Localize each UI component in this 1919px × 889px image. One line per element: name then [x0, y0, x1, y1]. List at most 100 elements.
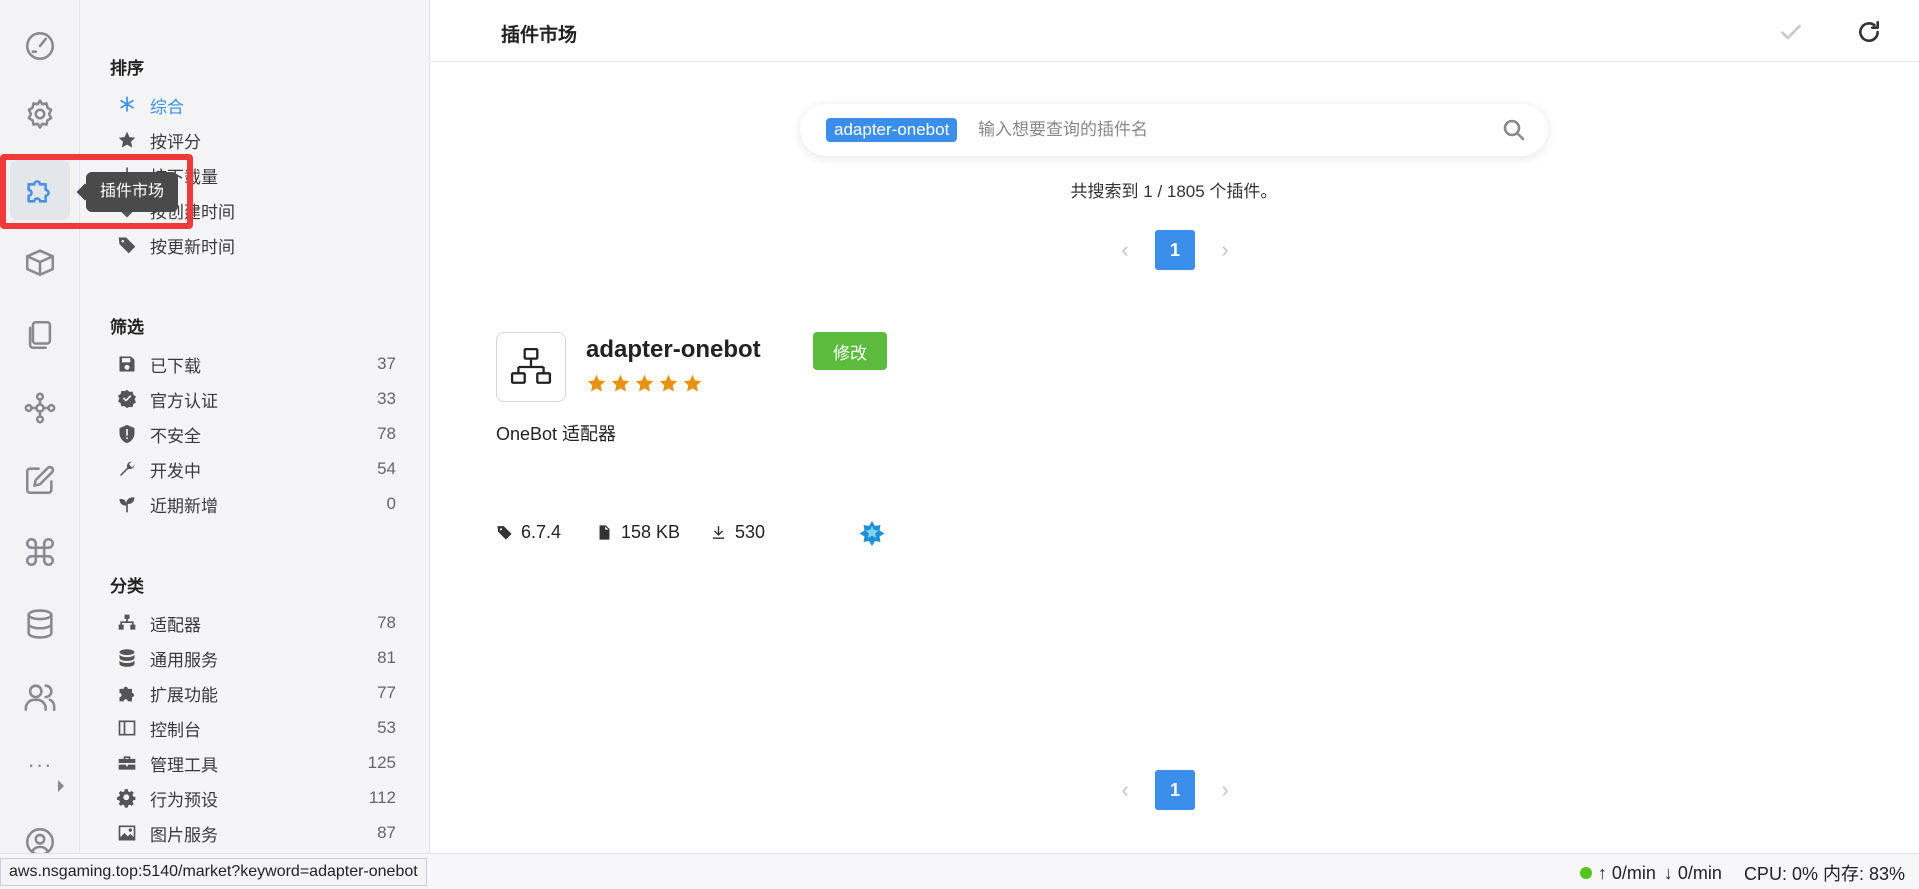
tag-icon [497, 526, 512, 540]
filter-item-label: 官方认证 [150, 391, 218, 411]
category-item-label: 管理工具 [150, 755, 218, 775]
filter-item-new[interactable]: 近期新增 0 [116, 489, 396, 519]
sort-item-rating[interactable]: 按评分 [116, 125, 396, 155]
plugin-name[interactable]: adapter-onebot [586, 336, 761, 364]
plugin-version: 6.7.4 [496, 522, 561, 543]
category-item-label: 控制台 [150, 720, 201, 740]
filter-item-unsafe[interactable]: 不安全 78 [116, 419, 396, 449]
network-icon[interactable] [10, 378, 70, 438]
status-bar: aws.nsgaming.top:5140/market?keyword=ada… [0, 853, 1919, 889]
edit-plugin-button[interactable]: 修改 [813, 332, 887, 370]
category-item-label: 行为预设 [150, 790, 218, 810]
pagination-bottom: ‹ 1 › [1110, 770, 1240, 810]
sort-section-title: 排序 [110, 59, 144, 78]
page-number-button[interactable]: 1 [1155, 770, 1195, 810]
check-icon[interactable] [1775, 16, 1807, 48]
sort-item-label: 按创建时间 [150, 202, 235, 222]
prev-page-button[interactable]: ‹ [1110, 235, 1140, 265]
category-item-count: 53 [377, 718, 396, 737]
more-icon[interactable]: ··· [20, 752, 60, 782]
next-page-button[interactable]: › [1210, 235, 1240, 265]
plugin-version-value: 6.7.4 [521, 522, 562, 542]
sort-item-label: 按更新时间 [150, 237, 235, 257]
category-section-title: 分类 [110, 577, 144, 596]
package-icon[interactable] [10, 232, 70, 292]
users-icon[interactable] [10, 667, 70, 727]
category-item-count: 81 [377, 648, 396, 667]
sort-item-updated[interactable]: 按更新时间 [116, 230, 396, 260]
page-header: 插件市场 [431, 0, 1919, 62]
star-icon [658, 373, 679, 394]
filter-item-label: 近期新增 [150, 496, 218, 516]
puzzle-icon [116, 682, 138, 704]
asterisk-icon [116, 94, 138, 116]
expand-caret-icon[interactable] [58, 780, 64, 792]
plugin-description: OneBot 适配器 [496, 424, 617, 444]
category-item-extension[interactable]: 扩展功能 77 [116, 678, 396, 708]
download-icon [712, 526, 725, 539]
filter-item-downloaded[interactable]: 已下载 37 [116, 349, 396, 379]
category-item-preset[interactable]: 行为预设 112 [116, 783, 396, 813]
upload-rate: ↑ 0/min [1597, 862, 1656, 883]
search-input[interactable] [978, 116, 1458, 144]
console-icon [116, 717, 138, 739]
category-item-adapter[interactable]: 适配器 78 [116, 608, 396, 638]
category-item-console[interactable]: 控制台 53 [116, 713, 396, 743]
filter-item-label: 已下载 [150, 356, 201, 376]
sort-item-label: 按下载量 [150, 167, 218, 187]
files-icon[interactable] [10, 305, 70, 365]
sort-item-label: 综合 [150, 97, 184, 117]
category-item-service[interactable]: 通用服务 81 [116, 643, 396, 673]
plugin-size-value: 158 KB [621, 522, 681, 542]
category-item-count: 87 [377, 823, 396, 842]
plugin-rating [586, 373, 703, 394]
prev-page-button[interactable]: ‹ [1110, 775, 1140, 805]
edit-icon[interactable] [10, 450, 70, 510]
hover-url: aws.nsgaming.top:5140/market?keyword=ada… [0, 858, 427, 886]
plugin-downloads: 530 [710, 522, 765, 543]
category-item-count: 112 [368, 788, 396, 807]
filter-item-developing[interactable]: 开发中 54 [116, 454, 396, 484]
wrench-icon [116, 458, 138, 480]
filter-item-count: 33 [377, 389, 396, 408]
page-title: 插件市场 [501, 25, 578, 46]
filter-item-label: 开发中 [150, 461, 201, 481]
category-item-manage[interactable]: 管理工具 125 [116, 748, 396, 778]
activity-bar: ··· [0, 0, 80, 889]
filter-item-label: 不安全 [150, 426, 201, 446]
next-page-button[interactable]: › [1210, 775, 1240, 805]
category-item-label: 通用服务 [150, 650, 218, 670]
plugin-card[interactable]: adapter-onebot 修改 OneBot 适配器 6.7.4 158 K… [496, 330, 896, 550]
filter-section-title: 筛选 [110, 318, 144, 337]
database-icon[interactable] [10, 594, 70, 654]
pagination-top: ‹ 1 › [1110, 230, 1240, 270]
category-item-label: 图片服务 [150, 825, 218, 845]
dashboard-icon[interactable] [10, 16, 70, 76]
puzzle-icon[interactable] [10, 160, 70, 220]
sitemap-icon [116, 612, 138, 634]
category-item-count: 125 [367, 753, 396, 772]
star-icon [116, 129, 138, 151]
market-sidebar: 排序 综合 按评分 按下载量 按创建时间 按更新时间 筛选 已下载 37 官方认… [80, 0, 430, 853]
search-keyword-tag[interactable]: adapter-onebot [826, 118, 958, 142]
image-icon [116, 822, 138, 844]
filter-item-count: 78 [377, 424, 396, 443]
database-icon [116, 647, 138, 669]
refresh-icon[interactable] [1853, 16, 1885, 48]
plugin-search-box: adapter-onebot [800, 104, 1548, 156]
command-icon[interactable] [10, 522, 70, 582]
shield-alert-icon [116, 423, 138, 445]
page-number-button[interactable]: 1 [1155, 230, 1195, 270]
sitemap-icon [496, 332, 566, 402]
search-icon[interactable] [1502, 118, 1526, 142]
filter-item-count: 0 [386, 494, 396, 513]
category-item-label: 适配器 [150, 615, 201, 635]
star-icon [682, 373, 703, 394]
category-item-image[interactable]: 图片服务 87 [116, 818, 396, 848]
save-icon [116, 353, 138, 375]
filter-item-count: 54 [377, 459, 396, 478]
sort-item-overall[interactable]: 综合 [116, 90, 396, 120]
settings-icon[interactable] [10, 84, 70, 144]
filter-item-verified[interactable]: 官方认证 33 [116, 384, 396, 414]
category-item-label: 扩展功能 [150, 685, 218, 705]
